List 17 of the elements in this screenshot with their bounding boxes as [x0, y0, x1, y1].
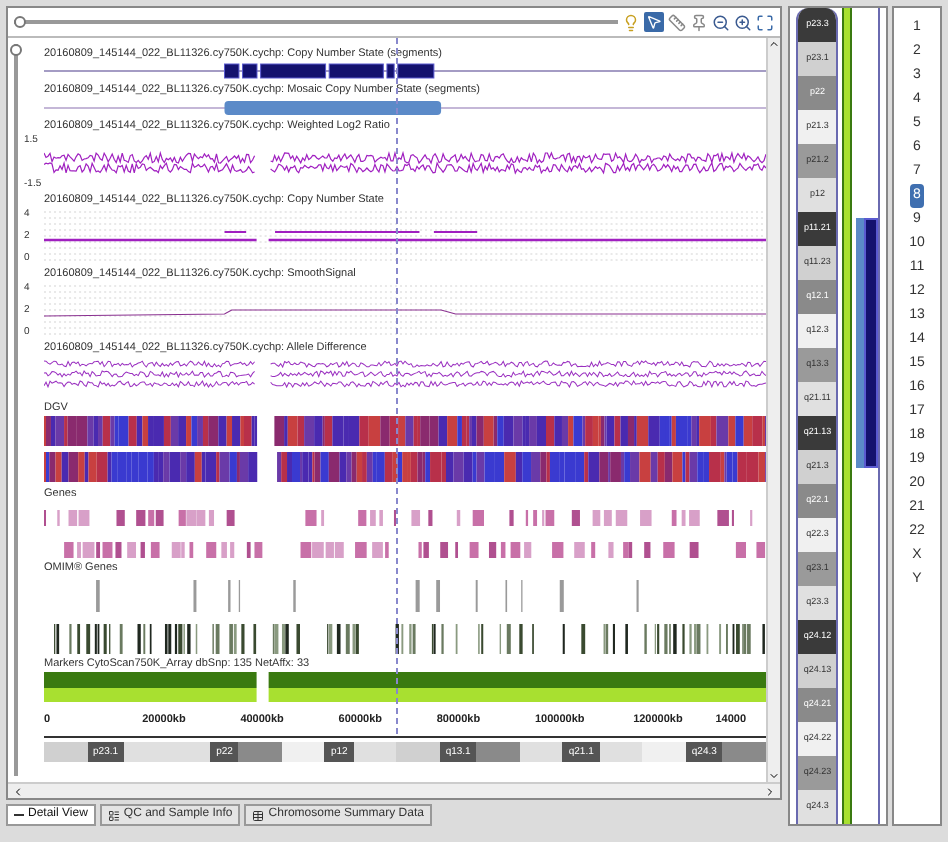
zoom-out-icon[interactable] — [712, 13, 730, 31]
zoom-slider-thumb[interactable] — [14, 16, 26, 28]
cursor-icon[interactable] — [644, 12, 664, 32]
pin-icon[interactable] — [690, 13, 708, 31]
scroll-left-icon[interactable] — [12, 785, 24, 797]
fit-view-icon[interactable] — [756, 13, 774, 31]
vertical-scrollbar[interactable] — [766, 38, 780, 782]
horizontal-scrollbar[interactable] — [8, 782, 780, 798]
ruler-icon[interactable] — [668, 13, 686, 31]
scroll-right-icon[interactable] — [764, 785, 776, 797]
lightbulb-icon[interactable] — [622, 13, 640, 31]
scroll-down-icon[interactable] — [768, 770, 780, 782]
vertical-slider-thumb[interactable] — [10, 44, 22, 56]
list-icon — [107, 809, 120, 821]
table-icon — [252, 809, 265, 821]
zoom-in-icon[interactable] — [734, 13, 752, 31]
scroll-up-icon[interactable] — [768, 38, 780, 50]
